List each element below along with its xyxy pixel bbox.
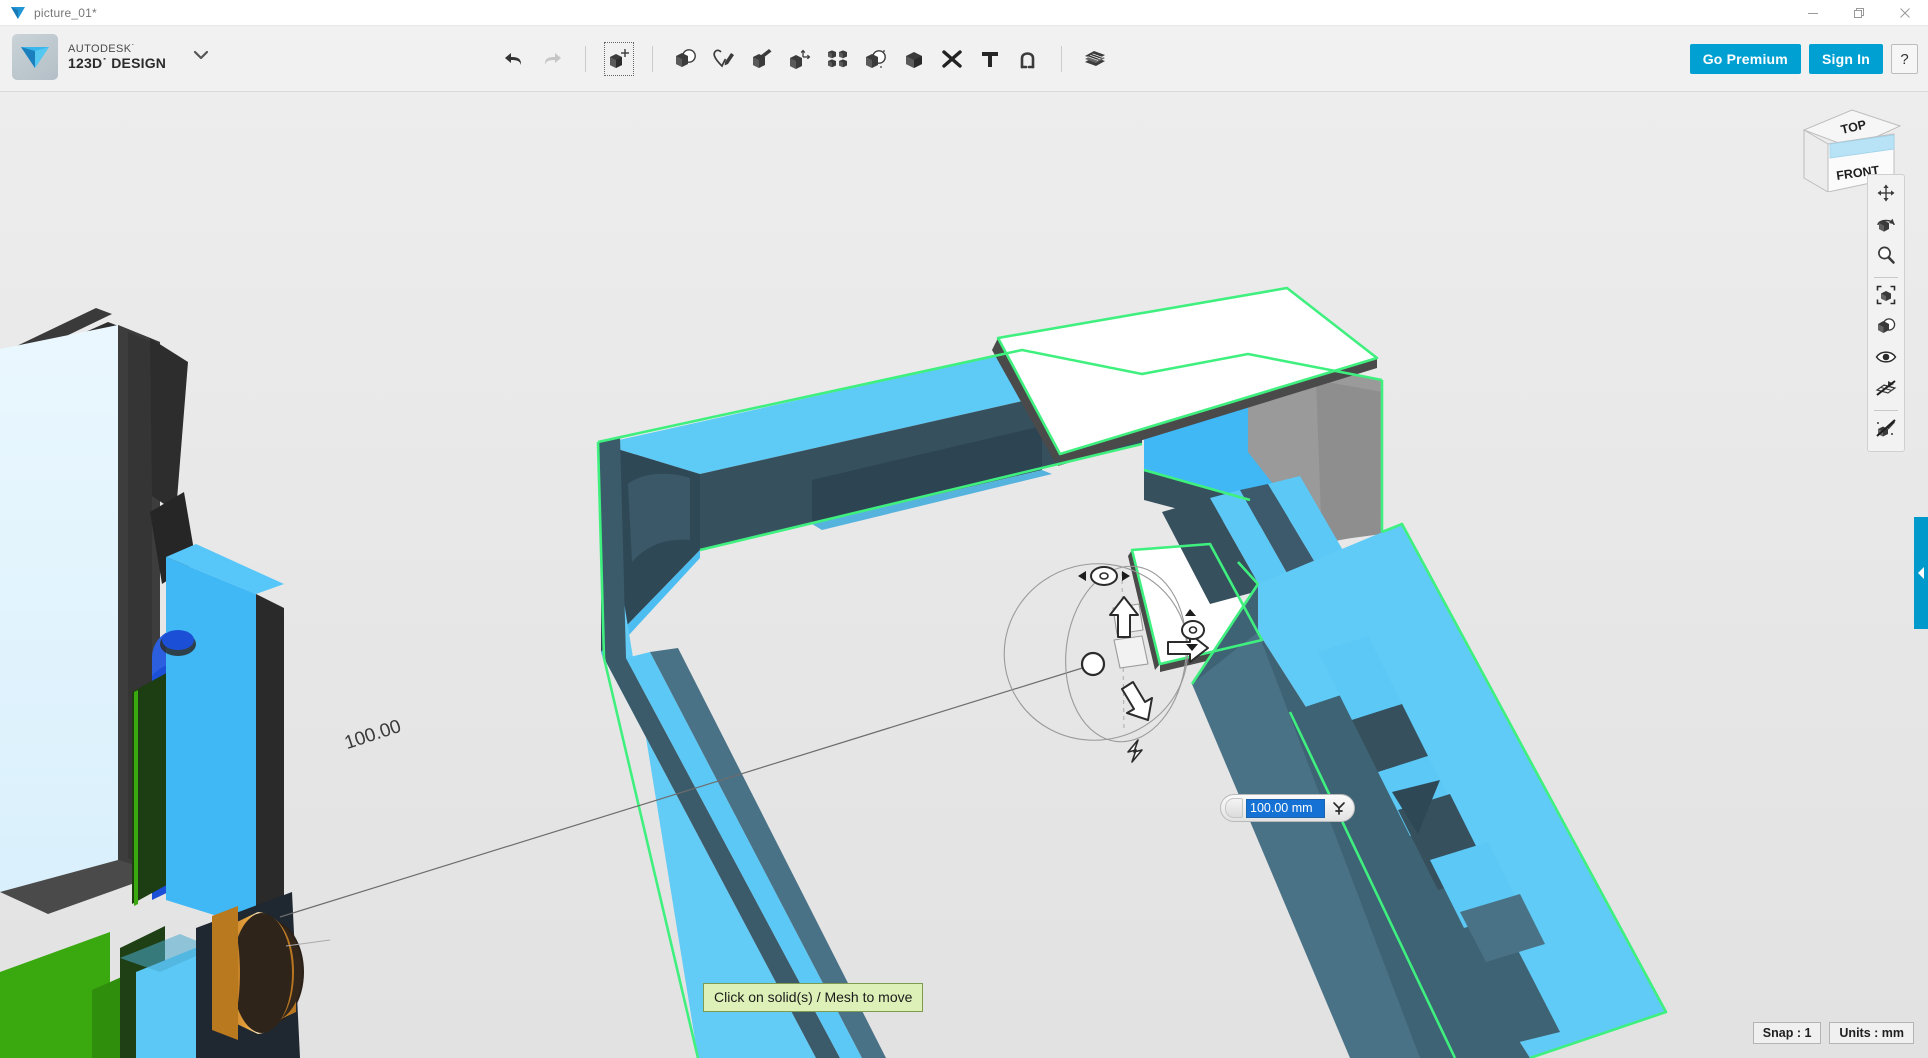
maximize-button[interactable] [1836, 0, 1882, 26]
app-window: picture_01* AUTODESK˙ 123D˙ DESIGN Go Pr… [0, 0, 1928, 1058]
units-status-chip[interactable]: Units : mm [1829, 1022, 1914, 1044]
snap-disabled-icon [1875, 418, 1897, 443]
measure-button[interactable] [933, 38, 971, 80]
chevron-down-icon[interactable] [192, 48, 210, 66]
sketch-button[interactable] [705, 38, 743, 80]
help-button[interactable]: ? [1891, 44, 1918, 74]
material-stack-icon [1081, 48, 1109, 70]
construct-button[interactable] [743, 38, 781, 80]
document-title: picture_01* [34, 5, 97, 20]
magnifier-zoom-icon [1876, 245, 1896, 270]
material-button[interactable] [1076, 38, 1114, 80]
snap-to-point-icon[interactable] [1328, 797, 1350, 819]
combine-button[interactable] [895, 38, 933, 80]
chevron-left-icon [1917, 566, 1926, 580]
app-brand[interactable]: AUTODESK˙ 123D˙ DESIGN [12, 34, 210, 80]
autodesk-brand-icon [12, 34, 58, 80]
brand-text: AUTODESK˙ 123D˙ DESIGN [68, 43, 166, 72]
minimize-button[interactable] [1790, 0, 1836, 26]
transform-button[interactable] [600, 38, 638, 80]
orbit-button[interactable] [1870, 212, 1902, 241]
main-toolbar: AUTODESK˙ 123D˙ DESIGN Go Premium Sign I… [0, 26, 1928, 92]
redo-arrow-icon [540, 49, 564, 69]
autodesk-logo-icon [8, 3, 28, 23]
window-controls [1790, 0, 1928, 26]
undo-arrow-icon [502, 49, 526, 69]
snap-button[interactable] [1009, 38, 1047, 80]
text-button[interactable] [971, 38, 1009, 80]
pattern-grid-cubes-icon [825, 48, 851, 70]
grid-hidden-icon [1875, 378, 1897, 403]
navigation-toolbar [1867, 174, 1905, 452]
drag-handle-icon[interactable] [1225, 798, 1243, 818]
shading-cube-icon [1875, 316, 1897, 341]
undo-button[interactable] [495, 38, 533, 80]
transform-move-cube-icon [606, 47, 632, 71]
go-premium-button[interactable]: Go Premium [1689, 44, 1801, 74]
magnet-snap-icon [1015, 48, 1041, 70]
navbar-divider [1874, 277, 1898, 278]
primitives-button[interactable] [667, 38, 705, 80]
account-actions: Go Premium Sign In ? [1689, 26, 1918, 92]
shading-button[interactable] [1870, 314, 1902, 343]
text-t-icon [977, 48, 1003, 70]
pan-move-icon [1876, 183, 1896, 208]
panel-toggle-button[interactable] [1914, 517, 1928, 629]
combine-boolean-icon [863, 48, 889, 70]
grid-button[interactable] [1870, 376, 1902, 405]
redo-button[interactable] [533, 38, 571, 80]
model-scene [0, 286, 1668, 1058]
modify-button[interactable] [781, 38, 819, 80]
status-tooltip: Click on solid(s) / Mesh to move [703, 983, 924, 1012]
measure-cross-ruler-icon [939, 48, 965, 70]
3d-viewport[interactable]: 100.00 TOP FRONT 100.00 mm Click on soli… [0, 92, 1928, 1058]
visibility-button[interactable] [1870, 345, 1902, 374]
eye-visibility-icon [1875, 348, 1897, 371]
window-titlebar: picture_01* [0, 0, 1928, 26]
brand-line-2: 123D˙ DESIGN [68, 55, 167, 72]
pattern-button[interactable] [819, 38, 857, 80]
fit-button[interactable] [1870, 283, 1902, 312]
modify-cube-axes-icon [787, 48, 813, 70]
brand-line-1: AUTODESK˙ [68, 42, 136, 55]
construct-extrude-icon [749, 48, 775, 70]
toolbar-separator [585, 46, 586, 72]
grouping-button[interactable] [857, 38, 895, 80]
tool-buttons [495, 26, 1114, 92]
snap-status-chip[interactable]: Snap : 1 [1752, 1022, 1822, 1044]
orbit-rotate-icon [1875, 214, 1897, 239]
gizmo-value-field[interactable]: 100.00 mm [1220, 794, 1355, 822]
primitive-cube-sphere-icon [673, 48, 699, 70]
navbar-divider [1874, 410, 1898, 411]
fit-to-window-icon [1876, 285, 1896, 310]
pan-button[interactable] [1870, 181, 1902, 210]
close-button[interactable] [1882, 0, 1928, 26]
zoom-button[interactable] [1870, 243, 1902, 272]
solid-cube-icon [901, 48, 927, 70]
toolbar-separator [652, 46, 653, 72]
distance-input[interactable]: 100.00 mm [1246, 798, 1325, 818]
sign-in-button[interactable]: Sign In [1808, 44, 1883, 74]
snap-toggle-button[interactable] [1870, 416, 1902, 445]
status-bar: Snap : 1 Units : mm [1752, 1022, 1914, 1044]
sketch-pencil-icon [711, 48, 737, 70]
toolbar-separator [1061, 46, 1062, 72]
